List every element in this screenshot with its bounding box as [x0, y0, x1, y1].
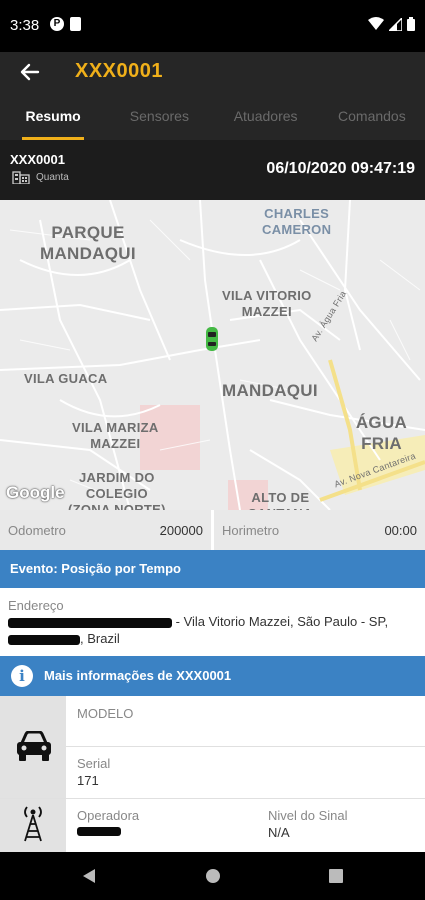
building-icon	[12, 171, 30, 184]
info-icon: i	[11, 665, 33, 687]
hourmeter-value: 00:00	[384, 523, 417, 538]
redacted-street	[8, 617, 172, 628]
nav-recents-icon[interactable]	[329, 869, 343, 883]
vehicle-header: XXX0001 Quanta 06/10/2020 09:47:19	[0, 140, 425, 200]
hourmeter-cell: Horimetro 00:00	[211, 510, 425, 550]
map-label-parque-mandaqui: PARQUE MANDAQUI	[40, 223, 136, 263]
page-title: XXX0001	[75, 60, 164, 82]
status-time: 3:38	[10, 17, 40, 34]
signal-icon	[389, 17, 402, 31]
nav-home-icon[interactable]	[205, 868, 221, 884]
address-line2: , Brazil	[80, 631, 120, 646]
vehicle-datetime: 06/10/2020 09:47:19	[266, 160, 415, 177]
address-label: Endereço	[8, 598, 64, 613]
arrow-left-icon[interactable]	[18, 60, 42, 84]
odometer-label: Odometro	[8, 523, 66, 538]
map-label-vila-vitorio-mazzei: VILA VITORIO MAZZEI	[222, 288, 312, 319]
map-label-mandaqui: MANDAQUI	[222, 381, 318, 400]
vehicle-marker[interactable]	[206, 327, 218, 351]
notification-app-icon: P	[50, 17, 64, 31]
map-label-vila-guaca: VILA GUACA	[24, 371, 108, 386]
odometer-cell: Odometro 200000	[0, 510, 211, 550]
serial-value: 171	[77, 773, 99, 788]
address-line1: - Vila Vitorio Mazzei, São Paulo - SP,	[175, 614, 389, 629]
tab-bar: Resumo Sensores Atuadores Comandos	[0, 96, 425, 140]
antenna-icon	[24, 806, 42, 842]
details-section: MODELO Serial 171 Operadora Nivel do Sin…	[0, 696, 425, 852]
antenna-icon-cell	[0, 799, 66, 852]
hourmeter-label: Horimetro	[222, 523, 280, 538]
serial-label: Serial	[77, 756, 111, 771]
redacted-zip	[8, 634, 80, 645]
operator-label: Operadora	[77, 808, 140, 823]
system-nav-bar	[0, 852, 425, 900]
map-label-charles-cameron: CHARLES CAMERON	[262, 206, 332, 237]
signal-value: N/A	[268, 825, 290, 840]
map-view[interactable]: PARQUE MANDAQUI CHARLES CAMERON VILA VITOR…	[0, 200, 425, 510]
vehicle-plate: XXX0001	[10, 152, 65, 167]
nav-back-icon[interactable]	[82, 868, 96, 884]
odometer-value: 200000	[159, 523, 203, 538]
event-banner: Evento: Posição por Tempo	[0, 550, 425, 588]
google-logo: Google	[6, 483, 65, 502]
address-section: Endereço - Vila Vitorio Mazzei, São Paul…	[0, 588, 425, 656]
map-label-alto-de-santana: ALTO DESANTANA	[248, 490, 312, 510]
tab-atuadores[interactable]: Atuadores	[213, 96, 319, 140]
tab-comandos[interactable]: Comandos	[319, 96, 425, 140]
divider	[0, 798, 425, 799]
more-info-banner[interactable]: i Mais informações de XXX0001	[0, 656, 425, 696]
sd-card-icon	[70, 17, 81, 31]
signal-label: Nivel do Sinal	[268, 808, 348, 823]
model-label: MODELO	[77, 706, 134, 721]
divider	[66, 746, 425, 747]
tab-resumo[interactable]: Resumo	[0, 96, 106, 140]
map-label-vila-mariza-mazzei: VILA MARIZA MAZZEI	[72, 420, 159, 451]
vehicle-location-label: Quanta	[36, 171, 69, 183]
app-bar: XXX0001 Resumo Sensores Atuadores Comand…	[0, 52, 425, 140]
battery-icon	[407, 17, 415, 31]
status-bar: 3:38 P	[0, 0, 425, 52]
tab-sensores[interactable]: Sensores	[106, 96, 212, 140]
wifi-icon	[368, 17, 384, 30]
redacted-operator	[77, 827, 121, 836]
map-label-jardim-do-colegio: JARDIM DO COLEGIO (ZONA NORTE)	[68, 470, 166, 510]
stats-row: Odometro 200000 Horimetro 00:00	[0, 510, 425, 550]
vehicle-icon-cell	[0, 696, 66, 798]
more-info-text: Mais informações de XXX0001	[44, 668, 232, 683]
car-icon	[17, 731, 51, 761]
